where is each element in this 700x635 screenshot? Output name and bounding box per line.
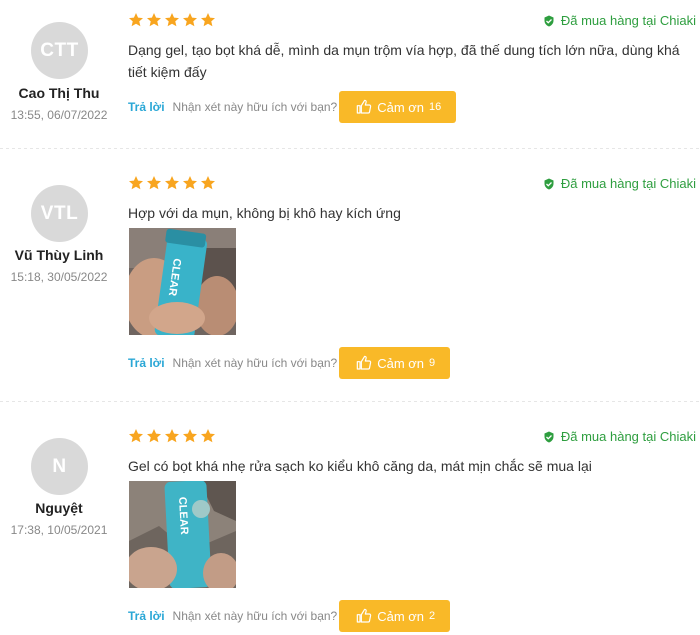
star-icon (147, 13, 161, 27)
thanks-label: Cảm ơn (377, 99, 425, 115)
review-actions: Trả lời Nhận xét này hữu ích với bạn? Cả… (128, 91, 457, 123)
star-icon (129, 176, 143, 190)
thumbs-up-icon (356, 355, 372, 370)
reply-link[interactable]: Trả lời (128, 609, 165, 623)
star-icon (183, 176, 197, 190)
thanks-button[interactable]: Cảm ơn 2 (339, 600, 451, 632)
helpful-question: Nhận xét này hữu ích với bạn? (172, 356, 338, 370)
verified-label: Đã mua hàng tại Chiaki (560, 13, 696, 28)
reviewer-name: Vũ Thùy Linh (14, 247, 104, 263)
review-comment: Hợp với da mụn, không bị khô hay kích ứn… (128, 205, 401, 221)
review-timestamp: 13:55, 06/07/2022 (10, 108, 108, 122)
star-rating (128, 175, 216, 191)
photo-brand-text: CLEAR (176, 497, 190, 536)
check-shield-icon (544, 15, 554, 26)
star-icon (201, 429, 215, 443)
review-photo[interactable]: CLEAR (129, 228, 236, 335)
product-photo-image: CLEAR (129, 481, 236, 588)
helpful-question: Nhận xét này hữu ích với bạn? (172, 609, 338, 623)
check-shield-icon (544, 178, 554, 189)
reviewer-name: Nguyệt (35, 500, 83, 516)
avatar: VTL (31, 185, 88, 242)
verified-label: Đã mua hàng tại Chiaki (560, 176, 696, 191)
thanks-button[interactable]: Cảm ơn 9 (339, 347, 451, 379)
avatar: N (31, 438, 88, 495)
check-shield-icon (544, 431, 554, 442)
thanks-label: Cảm ơn (377, 355, 425, 371)
star-icon (183, 429, 197, 443)
avatar: CTT (31, 22, 88, 79)
helpful-question: Nhận xét này hữu ích với bạn? (172, 100, 338, 114)
review-comment: Dạng gel, tạo bọt khá dễ, mình da mụn tr… (128, 42, 680, 80)
star-icon (129, 13, 143, 27)
star-icon (147, 429, 161, 443)
verified-purchase-badge: Đã mua hàng tại Chiaki (543, 176, 696, 191)
review-actions: Trả lời Nhận xét này hữu ích với bạn? Cả… (128, 347, 451, 379)
review-photo[interactable]: CLEAR (129, 481, 236, 588)
thanks-count: 2 (429, 610, 436, 622)
star-icon (165, 176, 179, 190)
verified-purchase-badge: Đã mua hàng tại Chiaki (543, 13, 696, 28)
reply-link[interactable]: Trả lời (128, 356, 165, 370)
star-icon (165, 429, 179, 443)
thanks-button[interactable]: Cảm ơn 16 (339, 91, 457, 123)
reply-link[interactable]: Trả lời (128, 100, 165, 114)
thumbs-up-icon (356, 608, 372, 623)
verified-purchase-badge: Đã mua hàng tại Chiaki (543, 429, 696, 444)
star-icon (201, 176, 215, 190)
star-icon (129, 429, 143, 443)
review-comment: Gel có bọt khá nhẹ rửa sạch ko kiểu khô … (128, 458, 592, 474)
verified-label: Đã mua hàng tại Chiaki (560, 429, 696, 444)
thanks-count: 9 (429, 357, 436, 369)
star-rating (128, 428, 216, 444)
star-icon (183, 13, 197, 27)
star-icon (165, 13, 179, 27)
product-photo-image: CLEAR (129, 228, 236, 335)
star-icon (147, 176, 161, 190)
star-icon (201, 13, 215, 27)
divider (0, 148, 700, 149)
review-timestamp: 17:38, 10/05/2021 (10, 523, 108, 537)
thanks-count: 16 (429, 101, 442, 113)
review-actions: Trả lời Nhận xét này hữu ích với bạn? Cả… (128, 600, 451, 632)
review-timestamp: 15:18, 30/05/2022 (10, 270, 108, 284)
thanks-label: Cảm ơn (377, 608, 425, 624)
reviewer-name: Cao Thị Thu (18, 85, 100, 101)
divider (0, 401, 700, 402)
star-rating (128, 12, 216, 28)
thumbs-up-icon (356, 99, 372, 114)
